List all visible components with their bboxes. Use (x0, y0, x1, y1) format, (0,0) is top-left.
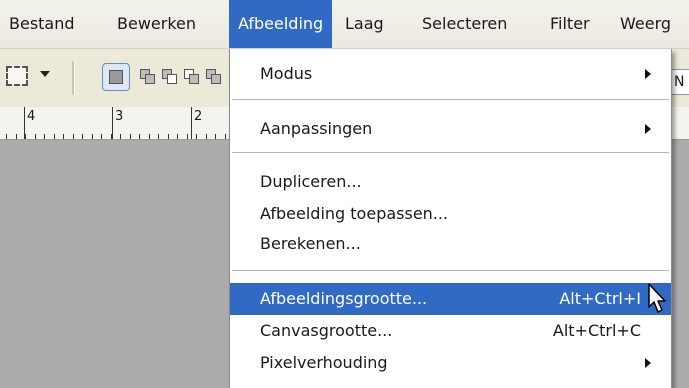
menu-bewerken[interactable]: Bewerken (108, 0, 205, 48)
rectangular-marquee-icon[interactable] (6, 66, 28, 86)
menu-item-pixelverhouding[interactable]: Pixelverhouding (230, 348, 671, 378)
menu-afbeelding[interactable]: Afbeelding (229, 0, 333, 48)
menu-item-label: Dupliceren... (260, 172, 362, 191)
menu-item-label: Pixelverhouding (260, 353, 388, 372)
chevron-down-icon[interactable] (40, 71, 50, 77)
subtract-selection-button[interactable] (162, 69, 178, 85)
ruler-tick (92, 134, 93, 139)
ruler-tick (63, 134, 64, 139)
selection-mode-button[interactable] (206, 69, 222, 85)
menu-bestand[interactable]: Bestand (0, 0, 84, 48)
menu-selecteren[interactable]: Selecteren (413, 0, 516, 48)
ruler-tick (25, 134, 26, 139)
ruler-number: 3 (115, 109, 124, 124)
menu-item-label: Berekenen... (260, 234, 361, 253)
afbeelding-dropdown-menu: Modus Aanpassingen Dupliceren... Afbeeld… (229, 49, 672, 388)
ruler-tick (16, 134, 17, 139)
toolbar-divider (72, 61, 75, 95)
menu-separator (232, 152, 669, 154)
ruler-tick (196, 134, 197, 139)
ruler-tick (101, 134, 102, 139)
ruler-tick (120, 134, 121, 139)
intersect-selection-button[interactable] (184, 69, 200, 85)
ruler-tick (206, 134, 207, 139)
menu-item-canvasgrootte[interactable]: Canvasgrootte... Alt+Ctrl+C (230, 316, 671, 346)
ruler-tick (111, 134, 112, 139)
menu-item-label: Aanpassingen (260, 119, 373, 138)
submenu-arrow-icon (645, 124, 651, 134)
ruler-tick (130, 134, 131, 139)
ruler-tick (35, 134, 36, 139)
style-field[interactable]: N (670, 69, 689, 95)
menu-item-aanpassingen[interactable]: Aanpassingen (230, 114, 671, 144)
menu-item-shortcut: Alt+Ctrl+C (552, 321, 641, 340)
ruler-tick (177, 134, 178, 139)
ruler-tick (149, 134, 150, 139)
submenu-arrow-icon (645, 69, 651, 79)
ruler-tick (187, 134, 188, 139)
menu-weergave[interactable]: Weerg (611, 0, 680, 48)
ruler-tick (168, 134, 169, 139)
ruler-number: 4 (27, 109, 36, 124)
submenu-arrow-icon (645, 358, 651, 368)
ruler-tick (54, 134, 55, 139)
menu-item-label: Modus (260, 64, 313, 83)
menu-item-shortcut: Alt+Ctrl+I (559, 289, 641, 308)
ruler-mark (112, 107, 113, 139)
menu-bar: Bestand Bewerken Afbeelding Laag Selecte… (0, 0, 689, 49)
new-selection-button[interactable] (102, 63, 130, 91)
mouse-pointer-icon (648, 283, 666, 313)
menu-item-label: Afbeelding toepassen... (260, 204, 449, 223)
ruler-number: 2 (194, 109, 203, 124)
menu-item-label: Canvasgrootte... (260, 321, 393, 340)
menu-separator (232, 99, 669, 101)
menu-separator (232, 270, 669, 272)
menu-item-modus[interactable]: Modus (230, 59, 671, 89)
ruler-tick (73, 134, 74, 139)
ruler-tick (215, 134, 216, 139)
menu-item-berekenen[interactable]: Berekenen... (230, 229, 671, 259)
ruler-tick (139, 134, 140, 139)
menu-item-afbeeldingsgrootte[interactable]: Afbeeldingsgrootte... Alt+Ctrl+I (230, 283, 671, 315)
menu-filter[interactable]: Filter (541, 0, 599, 48)
menu-laag[interactable]: Laag (336, 0, 393, 48)
menu-item-label: Afbeeldingsgrootte... (260, 289, 428, 308)
ruler-tick (82, 134, 83, 139)
add-selection-button[interactable] (140, 69, 156, 85)
ruler-tick (44, 134, 45, 139)
menu-item-afbeelding-toepassen[interactable]: Afbeelding toepassen... (230, 199, 671, 229)
ruler-tick (158, 134, 159, 139)
menu-item-dupliceren[interactable]: Dupliceren... (230, 167, 671, 197)
ruler-mark (191, 107, 192, 139)
ruler-tick (6, 134, 7, 139)
ruler-tick (225, 134, 226, 139)
